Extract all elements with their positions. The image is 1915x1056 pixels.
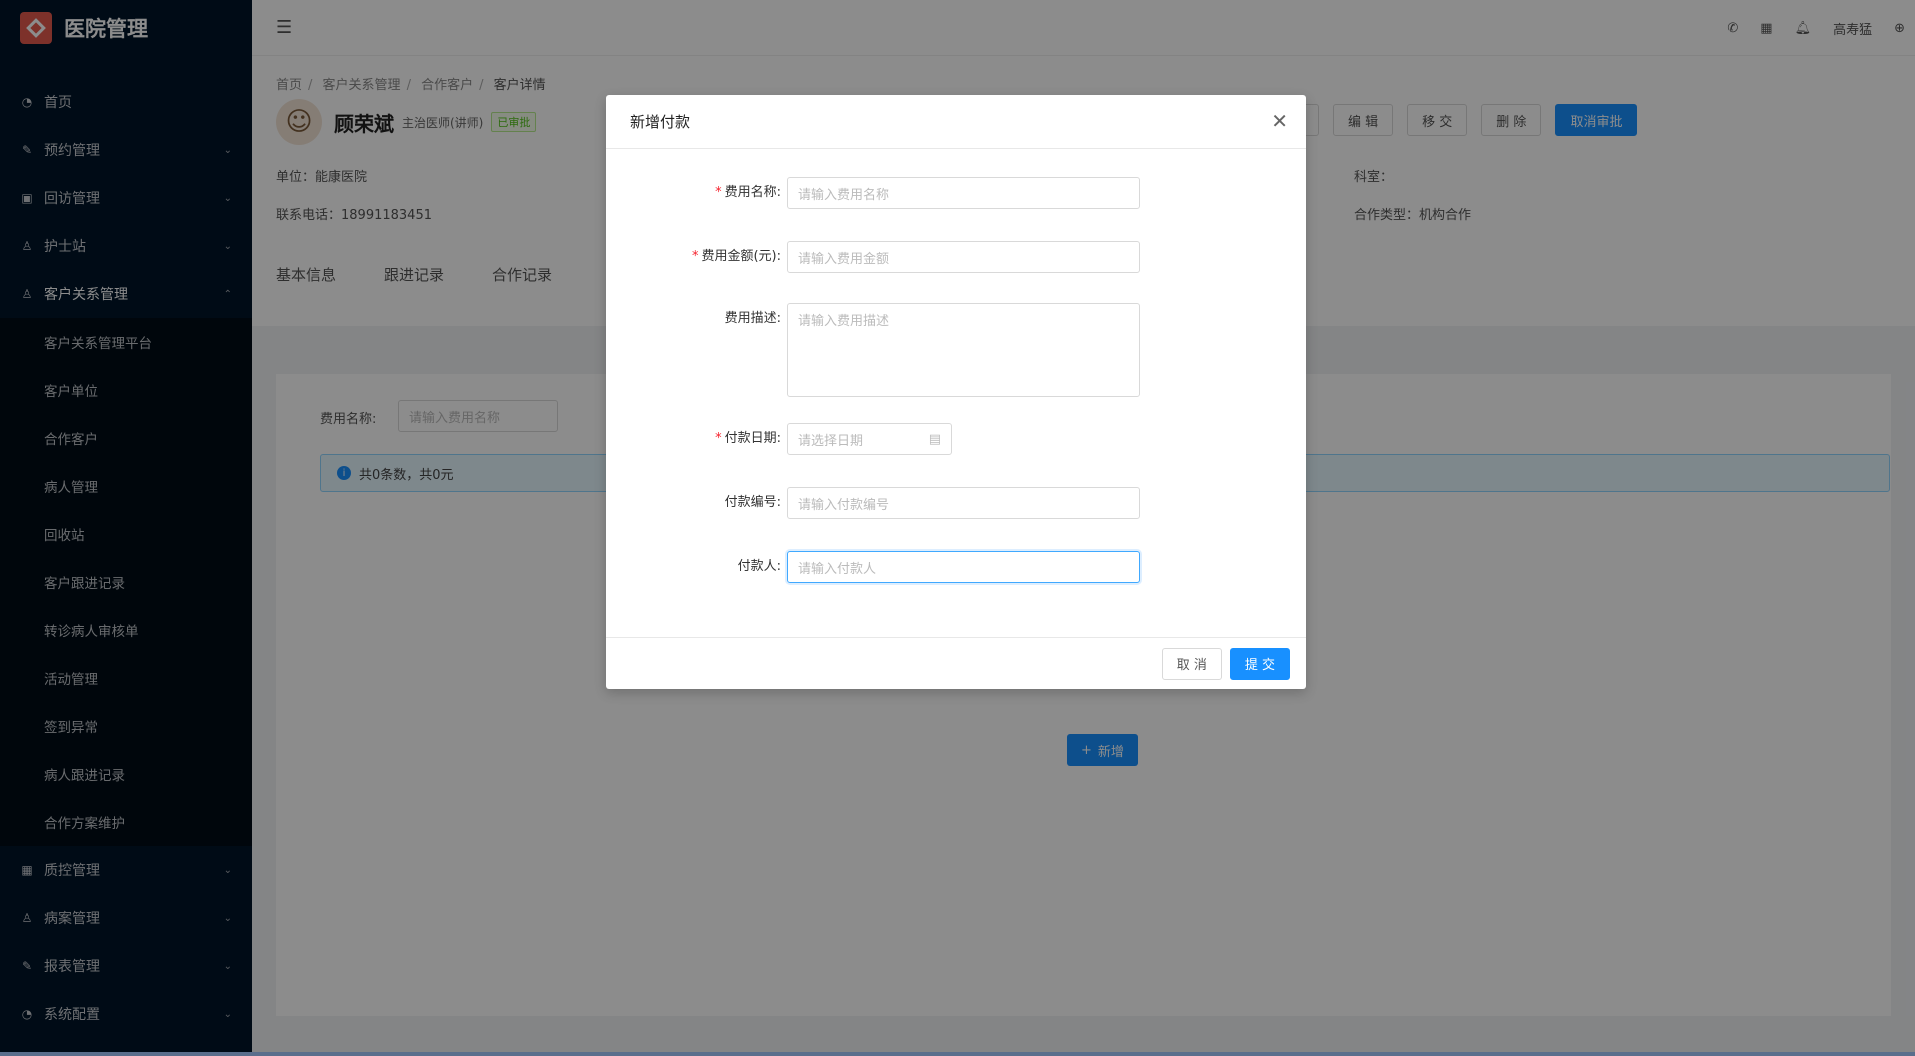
required-mark: *	[715, 185, 722, 200]
payment-number-label: 付款编号:	[724, 495, 781, 510]
form-row-fee-name: * 费用名称: 请输入费用名称	[606, 177, 1306, 209]
form-row-fee-amount: * 费用金额(元): 请输入费用金额	[606, 241, 1306, 273]
payment-number-input[interactable]: 请输入付款编号	[787, 487, 1140, 519]
fee-amount-label: 费用金额(元):	[701, 249, 781, 264]
form-row-fee-description: 费用描述: 请输入费用描述	[606, 303, 1306, 397]
modal-footer: 取 消 提 交	[606, 637, 1306, 689]
calendar-icon: ▤	[928, 431, 941, 447]
modal-header: 新增付款 ✕	[606, 95, 1306, 149]
add-payment-modal: 新增付款 ✕ * 费用名称: 请输入费用名称 * 费用金额(元): 请输入费用金额 …	[606, 95, 1306, 689]
payer-label: 付款人:	[737, 559, 781, 574]
form-row-payer: 付款人: 请输入付款人	[606, 551, 1306, 583]
fee-amount-input[interactable]: 请输入费用金额	[787, 241, 1140, 273]
fee-name-label: 费用名称:	[724, 185, 781, 200]
fee-name-input[interactable]: 请输入费用名称	[787, 177, 1140, 209]
fee-description-label: 费用描述:	[724, 311, 781, 326]
required-mark: *	[691, 249, 699, 264]
form-row-payment-number: 付款编号: 请输入付款编号	[606, 487, 1306, 519]
fee-description-textarea[interactable]: 请输入费用描述	[787, 303, 1140, 397]
submit-button[interactable]: 提 交	[1229, 647, 1290, 680]
payer-input[interactable]: 请输入付款人	[787, 551, 1140, 583]
modal-title: 新增付款	[630, 113, 691, 131]
payment-date-label: 付款日期:	[724, 431, 781, 446]
os-taskbar	[0, 1052, 1915, 1056]
close-icon[interactable]: ✕	[1271, 109, 1288, 133]
form-row-payment-date: * 付款日期: 请选择日期 ▤	[606, 423, 1306, 455]
payment-date-picker[interactable]: 请选择日期 ▤	[787, 423, 952, 455]
required-mark: *	[715, 431, 722, 446]
cancel-button[interactable]: 取 消	[1161, 647, 1222, 680]
